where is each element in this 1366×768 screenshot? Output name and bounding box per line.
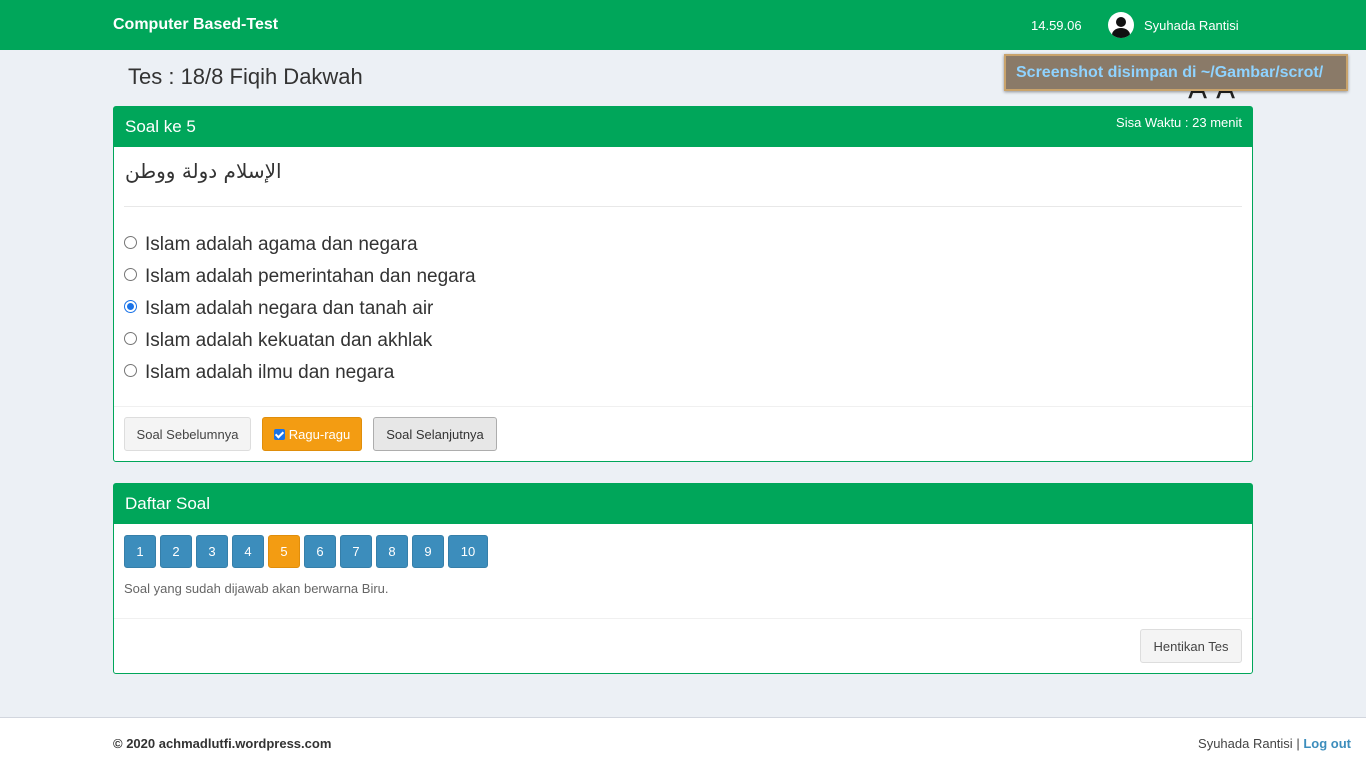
question-number-button[interactable]: 9	[412, 535, 444, 568]
question-number-list: 1 2 3 4 5 6 7 8 9 10	[124, 535, 488, 568]
previous-question-button[interactable]: Soal Sebelumnya	[124, 417, 251, 451]
footer-separator: |	[1296, 736, 1300, 751]
clock: 14.59.06	[1031, 18, 1082, 33]
question-number-button[interactable]: 3	[196, 535, 228, 568]
question-number-button[interactable]: 2	[160, 535, 192, 568]
footer-user-name: Syuhada Rantisi	[1198, 736, 1293, 751]
question-number-button[interactable]: 10	[448, 535, 488, 568]
footer-user: Syuhada Rantisi | Log out	[1198, 736, 1351, 751]
answer-option-label: Islam adalah agama dan negara	[145, 234, 418, 255]
answer-option[interactable]: Islam adalah kekuatan dan akhlak	[124, 325, 476, 357]
answer-radio[interactable]	[124, 331, 137, 345]
user-avatar-icon	[1108, 12, 1134, 38]
question-number-button[interactable]: 7	[340, 535, 372, 568]
answer-radio[interactable]	[124, 363, 137, 377]
question-list-title: Daftar Soal	[125, 494, 211, 513]
answer-option[interactable]: Islam adalah ilmu dan negara	[124, 357, 476, 389]
stop-test-button[interactable]: Hentikan Tes	[1140, 629, 1242, 663]
divider	[124, 206, 1242, 207]
question-number-button[interactable]: 4	[232, 535, 264, 568]
page-footer: © 2020 achmadlutfi.wordpress.com Syuhada…	[0, 717, 1366, 768]
doubt-label: Ragu-ragu	[288, 426, 351, 442]
question-number-button[interactable]: 5	[268, 535, 300, 568]
page-title: Tes : 18/8 Fiqih Dakwah	[128, 64, 363, 89]
question-list-header: Daftar Soal	[114, 484, 1252, 524]
question-number-button[interactable]: 6	[304, 535, 336, 568]
question-panel-header: Soal ke 5 Sisa Waktu : 23 menit	[114, 107, 1252, 147]
logout-link[interactable]: Log out	[1303, 736, 1351, 751]
top-navbar: Computer Based-Test 14.59.06 Syuhada Ran…	[0, 0, 1366, 50]
answer-radio[interactable]	[124, 267, 137, 281]
answer-option[interactable]: Islam adalah pemerintahan dan negara	[124, 261, 476, 293]
answer-radio[interactable]	[124, 235, 137, 249]
divider	[114, 618, 1252, 619]
answer-radio[interactable]	[124, 299, 137, 313]
doubt-toggle-button[interactable]: Ragu-ragu	[262, 417, 362, 451]
screenshot-toast: Screenshot disimpan di ~/Gambar/scrot/	[1004, 54, 1348, 91]
answer-option[interactable]: Islam adalah negara dan tanah air	[124, 293, 476, 325]
remaining-time: Sisa Waktu : 23 menit	[1116, 115, 1242, 130]
next-question-button[interactable]: Soal Selanjutnya	[373, 417, 497, 451]
answer-options: Islam adalah agama dan negara Islam adala…	[124, 229, 476, 389]
question-number-button[interactable]: 8	[376, 535, 408, 568]
answer-option-label: Islam adalah ilmu dan negara	[145, 362, 395, 383]
question-text: الإسلام دولة ووطن	[125, 159, 282, 183]
answer-option[interactable]: Islam adalah agama dan negara	[124, 229, 476, 261]
answer-option-label: Islam adalah kekuatan dan akhlak	[145, 330, 433, 351]
question-panel: Soal ke 5 Sisa Waktu : 23 menit الإسلام …	[113, 106, 1253, 462]
answer-option-label: Islam adalah negara dan tanah air	[145, 298, 434, 319]
question-number-title: Soal ke 5	[125, 117, 196, 136]
user-menu[interactable]: Syuhada Rantisi	[1108, 12, 1239, 38]
question-number-button[interactable]: 1	[124, 535, 156, 568]
doubt-checkbox[interactable]	[273, 428, 285, 440]
question-list-panel: Daftar Soal 1 2 3 4 5 6 7 8 9 10 Soal yang sudah …	[113, 483, 1253, 674]
divider	[114, 406, 1252, 407]
app-brand[interactable]: Computer Based-Test	[113, 16, 278, 34]
copyright: © 2020 achmadlutfi.wordpress.com	[113, 736, 332, 751]
answer-option-label: Islam adalah pemerintahan dan negara	[145, 266, 476, 287]
user-name: Syuhada Rantisi	[1144, 17, 1239, 33]
answered-hint: Soal yang sudah dijawab akan berwarna Bi…	[124, 581, 389, 596]
